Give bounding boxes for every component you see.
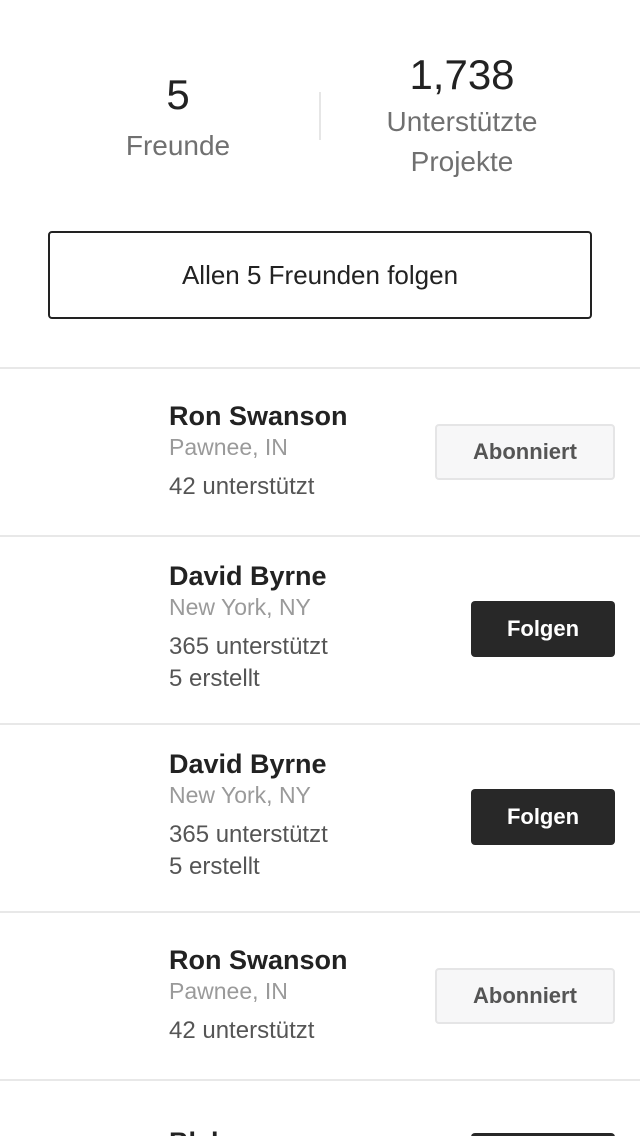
friend-created-count: 5 erstellt xyxy=(169,665,260,692)
friend-backed-count: 42 unterstützt xyxy=(169,473,315,500)
friend-backed-count: 365 unterstützt xyxy=(169,821,328,848)
friend-row[interactable]: Ron Swanson Pawnee, IN 42 unterstützt Ab… xyxy=(0,911,640,1079)
friend-name: Blah xyxy=(169,1125,228,1136)
friends-list: Ron Swanson Pawnee, IN 42 unterstützt Ab… xyxy=(0,367,640,1136)
friend-info: Ron Swanson Pawnee, IN 42 unterstützt xyxy=(169,399,348,503)
subscribed-button[interactable]: Abonniert xyxy=(435,424,615,480)
friend-location: New York, NY xyxy=(169,782,311,808)
friends-screen: 5 Freunde 1,738 Unterstützte Projekte Al… xyxy=(0,0,640,1136)
friend-location: New York, NY xyxy=(169,594,311,620)
stats-divider xyxy=(319,92,321,140)
friend-info: Ron Swanson Pawnee, IN 42 unterstützt xyxy=(169,943,348,1047)
friend-row[interactable]: David Byrne New York, NY 365 unterstützt… xyxy=(0,723,640,911)
backed-projects-label-line2: Projekte xyxy=(410,146,514,177)
follow-button[interactable]: Folgen xyxy=(471,601,615,657)
friend-backed-count: 365 unterstützt xyxy=(169,633,328,660)
friend-created-count: 5 erstellt xyxy=(169,853,260,880)
friend-name: Ron Swanson xyxy=(169,401,348,431)
stats-header: 5 Freunde 1,738 Unterstützte Projekte xyxy=(0,0,640,200)
friend-row[interactable]: Blah xyxy=(0,1079,640,1136)
friend-row[interactable]: David Byrne New York, NY 365 unterstützt… xyxy=(0,535,640,723)
backed-projects-count: 1,738 xyxy=(409,51,515,98)
friend-name: Ron Swanson xyxy=(169,945,348,975)
subscribed-button[interactable]: Abonniert xyxy=(435,968,615,1024)
friends-count: 5 xyxy=(166,71,190,118)
friend-location: Pawnee, IN xyxy=(169,434,288,460)
friend-info: Blah xyxy=(169,1125,228,1136)
follow-all-friends-button[interactable]: Allen 5 Freunden folgen xyxy=(48,231,592,319)
backed-projects-label-line1: Unterstützte xyxy=(386,106,538,137)
follow-button[interactable]: Folgen xyxy=(471,789,615,845)
friend-name: David Byrne xyxy=(169,561,327,591)
friends-label: Freunde xyxy=(125,130,231,161)
friend-info: David Byrne New York, NY 365 unterstützt… xyxy=(169,559,328,695)
friends-stat[interactable]: 5 Freunde xyxy=(96,68,260,166)
friend-row[interactable]: Ron Swanson Pawnee, IN 42 unterstützt Ab… xyxy=(0,367,640,535)
backed-projects-stat[interactable]: 1,738 Unterstützte Projekte xyxy=(350,48,574,182)
friend-name: David Byrne xyxy=(169,749,327,779)
friend-info: David Byrne New York, NY 365 unterstützt… xyxy=(169,747,328,883)
friend-backed-count: 42 unterstützt xyxy=(169,1017,315,1044)
friend-location: Pawnee, IN xyxy=(169,978,288,1004)
